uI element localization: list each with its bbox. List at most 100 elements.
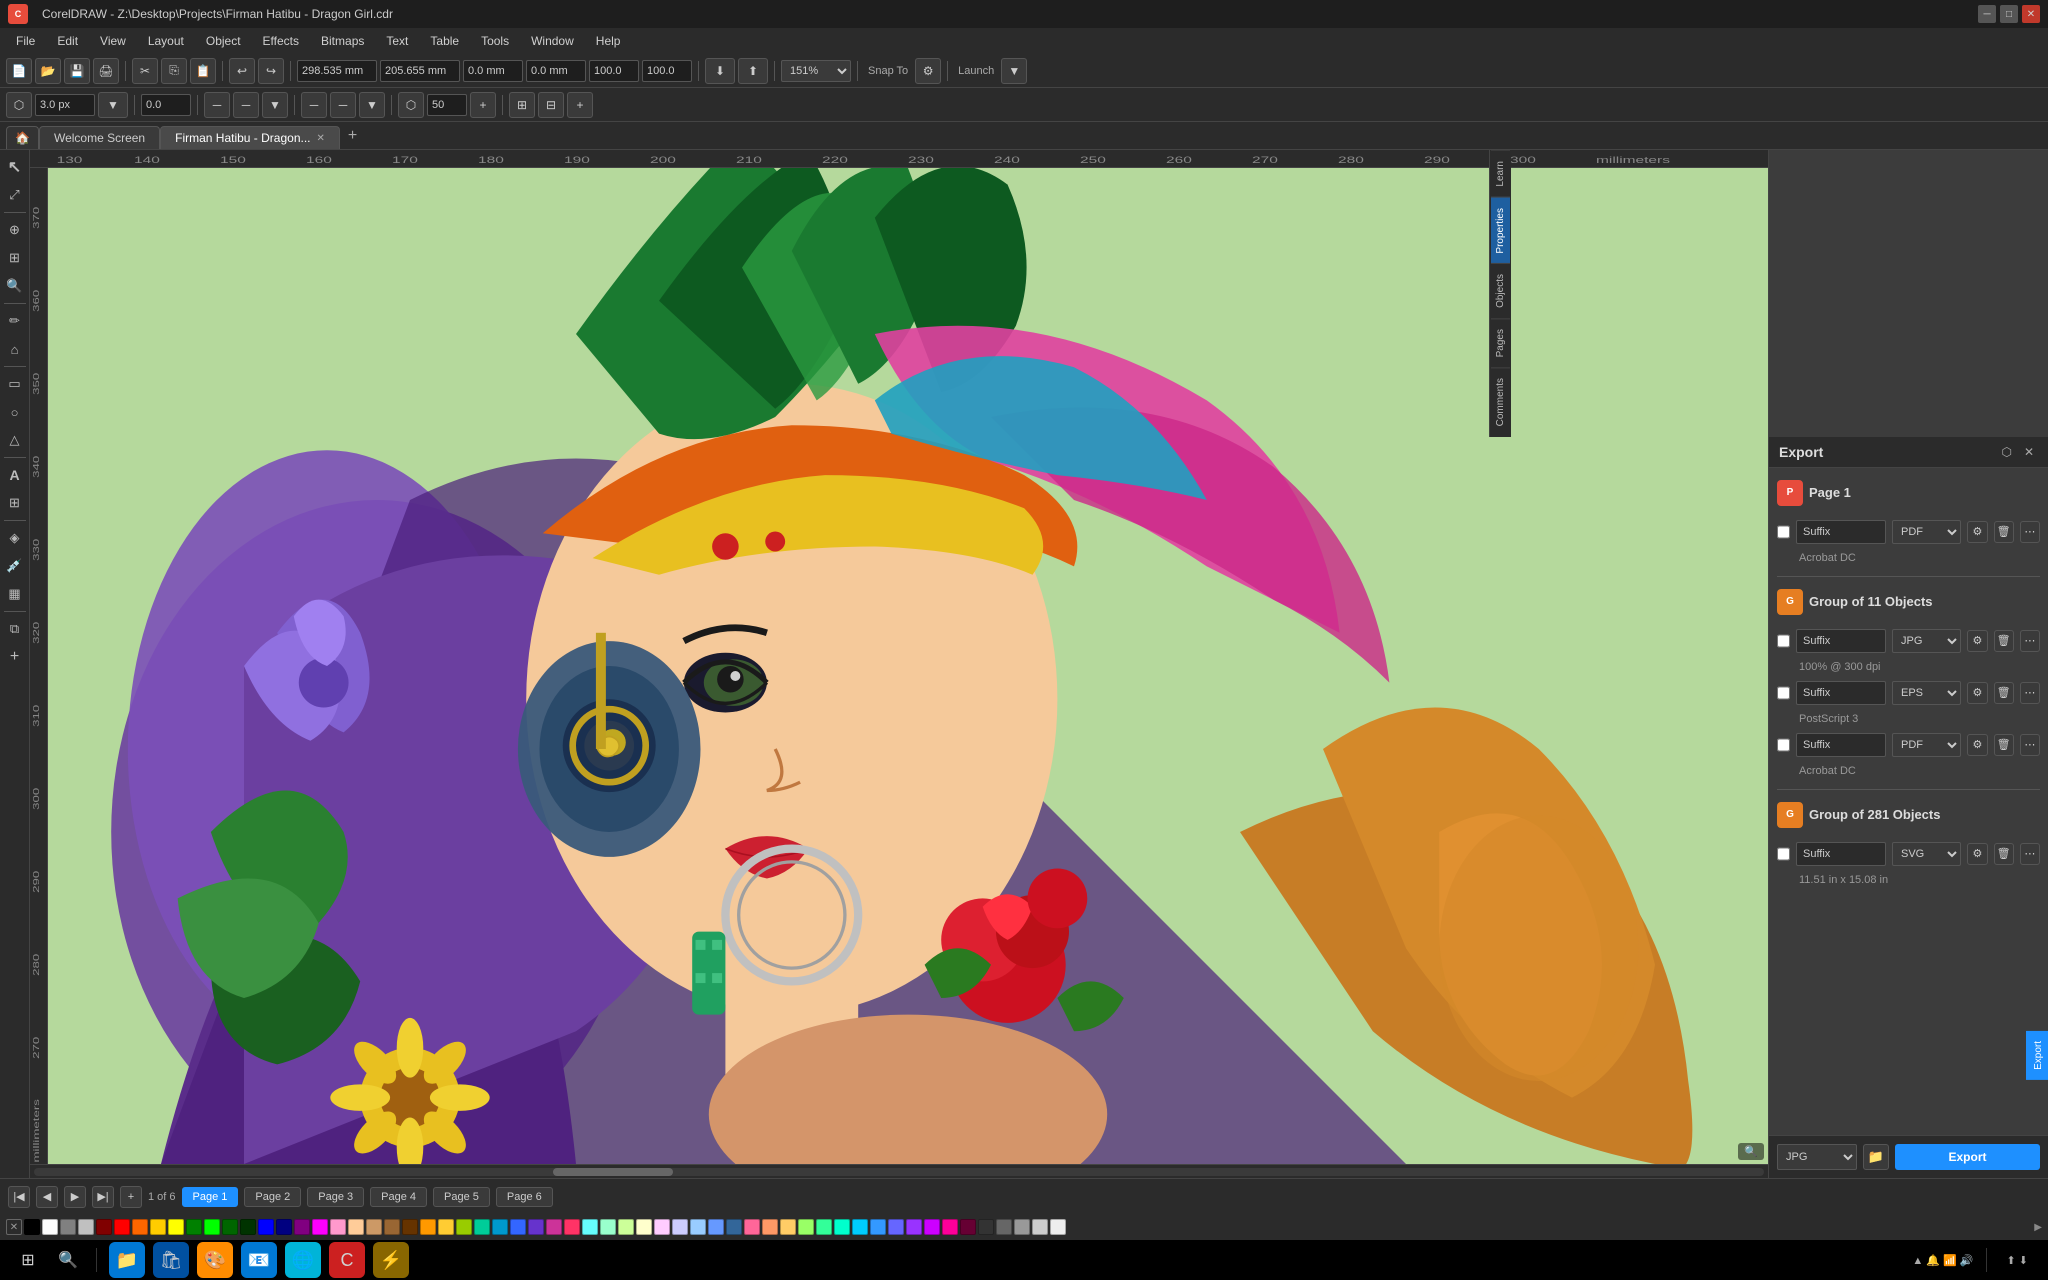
interactive-fill[interactable]: ▦ bbox=[2, 581, 28, 607]
export-checkbox-group11-jpg[interactable] bbox=[1777, 634, 1790, 648]
color-swatch-46[interactable] bbox=[852, 1219, 868, 1235]
x-input[interactable] bbox=[297, 60, 377, 82]
color-swatch-21[interactable] bbox=[402, 1219, 418, 1235]
export-more-group11-eps[interactable]: ⋯ bbox=[2020, 682, 2040, 704]
tb2-btn1[interactable]: ─ bbox=[204, 92, 230, 118]
color-swatch-12[interactable] bbox=[240, 1219, 256, 1235]
color-swatch-33[interactable] bbox=[618, 1219, 634, 1235]
export-format-page1-pdf[interactable]: PDF JPG PNG SVG EPS bbox=[1892, 520, 1961, 544]
page-btn-3[interactable]: Page 3 bbox=[307, 1187, 364, 1207]
cut-button[interactable]: ✂ bbox=[132, 58, 158, 84]
color-swatch-11[interactable] bbox=[222, 1219, 238, 1235]
color-swatch-54[interactable] bbox=[996, 1219, 1012, 1235]
add-tab-button[interactable]: + bbox=[340, 123, 365, 149]
no-color-swatch[interactable]: ✕ bbox=[6, 1219, 22, 1235]
color-swatch-37[interactable] bbox=[690, 1219, 706, 1235]
color-swatch-6[interactable] bbox=[132, 1219, 148, 1235]
color-swatch-47[interactable] bbox=[870, 1219, 886, 1235]
page-add[interactable]: + bbox=[120, 1186, 142, 1208]
zoom-select[interactable]: 151% bbox=[781, 60, 851, 82]
undo-button[interactable]: ↩ bbox=[229, 58, 255, 84]
color-swatch-2[interactable] bbox=[60, 1219, 76, 1235]
document-tab[interactable]: Firman Hatibu - Dragon... ✕ bbox=[160, 126, 340, 149]
minimize-button[interactable]: ─ bbox=[1978, 5, 1996, 23]
color-swatch-39[interactable] bbox=[726, 1219, 742, 1235]
blend-tool[interactable]: ⧉ bbox=[2, 616, 28, 642]
tb2-extra3[interactable]: + bbox=[567, 92, 593, 118]
new-button[interactable]: 📄 bbox=[6, 58, 32, 84]
value50-input[interactable] bbox=[427, 94, 467, 116]
side-tab-comments[interactable]: Comments bbox=[1491, 367, 1510, 436]
w-input[interactable] bbox=[463, 60, 523, 82]
taskbar-app-paint[interactable]: 🎨 bbox=[197, 1242, 233, 1278]
color-swatch-53[interactable] bbox=[978, 1219, 994, 1235]
export-delete-group11-eps[interactable]: 🗑 bbox=[1994, 682, 2014, 704]
crop-tool[interactable]: ⊞ bbox=[2, 245, 28, 271]
color-swatch-0[interactable] bbox=[24, 1219, 40, 1235]
scrollbar-track[interactable] bbox=[34, 1168, 1764, 1176]
color-swatch-57[interactable] bbox=[1050, 1219, 1066, 1235]
color-swatch-38[interactable] bbox=[708, 1219, 724, 1235]
menu-help[interactable]: Help bbox=[586, 31, 631, 51]
export-more-group11-jpg[interactable]: ⋯ bbox=[2020, 630, 2040, 652]
export-suffix-group11-pdf[interactable] bbox=[1796, 733, 1886, 757]
color-swatch-51[interactable] bbox=[942, 1219, 958, 1235]
color-swatch-34[interactable] bbox=[636, 1219, 652, 1235]
color-swatch-10[interactable] bbox=[204, 1219, 220, 1235]
export-folder-button[interactable]: 📁 bbox=[1863, 1144, 1889, 1170]
export-suffix-group11-eps[interactable] bbox=[1796, 681, 1886, 705]
color-swatch-31[interactable] bbox=[582, 1219, 598, 1235]
color-swatch-25[interactable] bbox=[474, 1219, 490, 1235]
color-swatch-14[interactable] bbox=[276, 1219, 292, 1235]
color-swatch-26[interactable] bbox=[492, 1219, 508, 1235]
export-more-group11-pdf[interactable]: ⋯ bbox=[2020, 734, 2040, 756]
eyedropper-tool[interactable]: 💉 bbox=[2, 553, 28, 579]
taskbar-app-mail[interactable]: 📧 bbox=[241, 1242, 277, 1278]
export-button[interactable]: ⬆ bbox=[738, 58, 768, 84]
select-tool[interactable]: ↖ bbox=[2, 154, 28, 180]
color-swatch-17[interactable] bbox=[330, 1219, 346, 1235]
page-first[interactable]: |◀ bbox=[8, 1186, 30, 1208]
color-swatch-7[interactable] bbox=[150, 1219, 166, 1235]
scrollbar-thumb[interactable] bbox=[553, 1168, 673, 1176]
color-swatch-22[interactable] bbox=[420, 1219, 436, 1235]
color-swatch-16[interactable] bbox=[312, 1219, 328, 1235]
freehand-tool[interactable]: ⤢ bbox=[2, 182, 28, 208]
export-settings-group11-jpg[interactable]: ⚙ bbox=[1967, 630, 1987, 652]
add-btn[interactable]: + bbox=[2, 644, 28, 670]
color-swatch-30[interactable] bbox=[564, 1219, 580, 1235]
stroke-size-input[interactable] bbox=[35, 94, 95, 116]
color-swatch-5[interactable] bbox=[114, 1219, 130, 1235]
menu-text[interactable]: Text bbox=[376, 31, 418, 51]
color-swatch-45[interactable] bbox=[834, 1219, 850, 1235]
export-format-group281-svg[interactable]: SVG JPG PDF PNG EPS bbox=[1892, 842, 1961, 866]
color-swatch-3[interactable] bbox=[78, 1219, 94, 1235]
y-input[interactable] bbox=[380, 60, 460, 82]
page-btn-2[interactable]: Page 2 bbox=[244, 1187, 301, 1207]
export-more-group281-svg[interactable]: ⋯ bbox=[2020, 843, 2040, 865]
export-delete-group11-jpg[interactable]: 🗑 bbox=[1994, 630, 2014, 652]
side-tab-properties[interactable]: Properties bbox=[1491, 197, 1510, 264]
page-last[interactable]: ▶| bbox=[92, 1186, 114, 1208]
import-button[interactable]: ⬇ bbox=[705, 58, 735, 84]
h-scrollbar[interactable] bbox=[30, 1164, 1768, 1178]
tb2-btn3[interactable]: ─ bbox=[301, 92, 327, 118]
page-prev[interactable]: ◀ bbox=[36, 1186, 58, 1208]
text-tool[interactable]: A bbox=[2, 462, 28, 488]
color-swatch-52[interactable] bbox=[960, 1219, 976, 1235]
color-swatch-41[interactable] bbox=[762, 1219, 778, 1235]
export-settings-group11-eps[interactable]: ⚙ bbox=[1967, 682, 1987, 704]
taskbar-app-corel[interactable]: C bbox=[329, 1242, 365, 1278]
color-swatch-40[interactable] bbox=[744, 1219, 760, 1235]
color-swatch-20[interactable] bbox=[384, 1219, 400, 1235]
side-tab-pages[interactable]: Pages bbox=[1491, 318, 1510, 367]
fill-tool[interactable]: ◈ bbox=[2, 525, 28, 551]
color-swatch-23[interactable] bbox=[438, 1219, 454, 1235]
h2-input[interactable] bbox=[642, 60, 692, 82]
tool-stroke[interactable]: ⬡ bbox=[6, 92, 32, 118]
export-suffix-group281-svg[interactable] bbox=[1796, 842, 1886, 866]
print-button[interactable]: 🖨 bbox=[93, 58, 119, 84]
menu-bitmaps[interactable]: Bitmaps bbox=[311, 31, 374, 51]
page-btn-1[interactable]: Page 1 bbox=[182, 1187, 239, 1207]
export-suffix-group11-jpg[interactable] bbox=[1796, 629, 1886, 653]
